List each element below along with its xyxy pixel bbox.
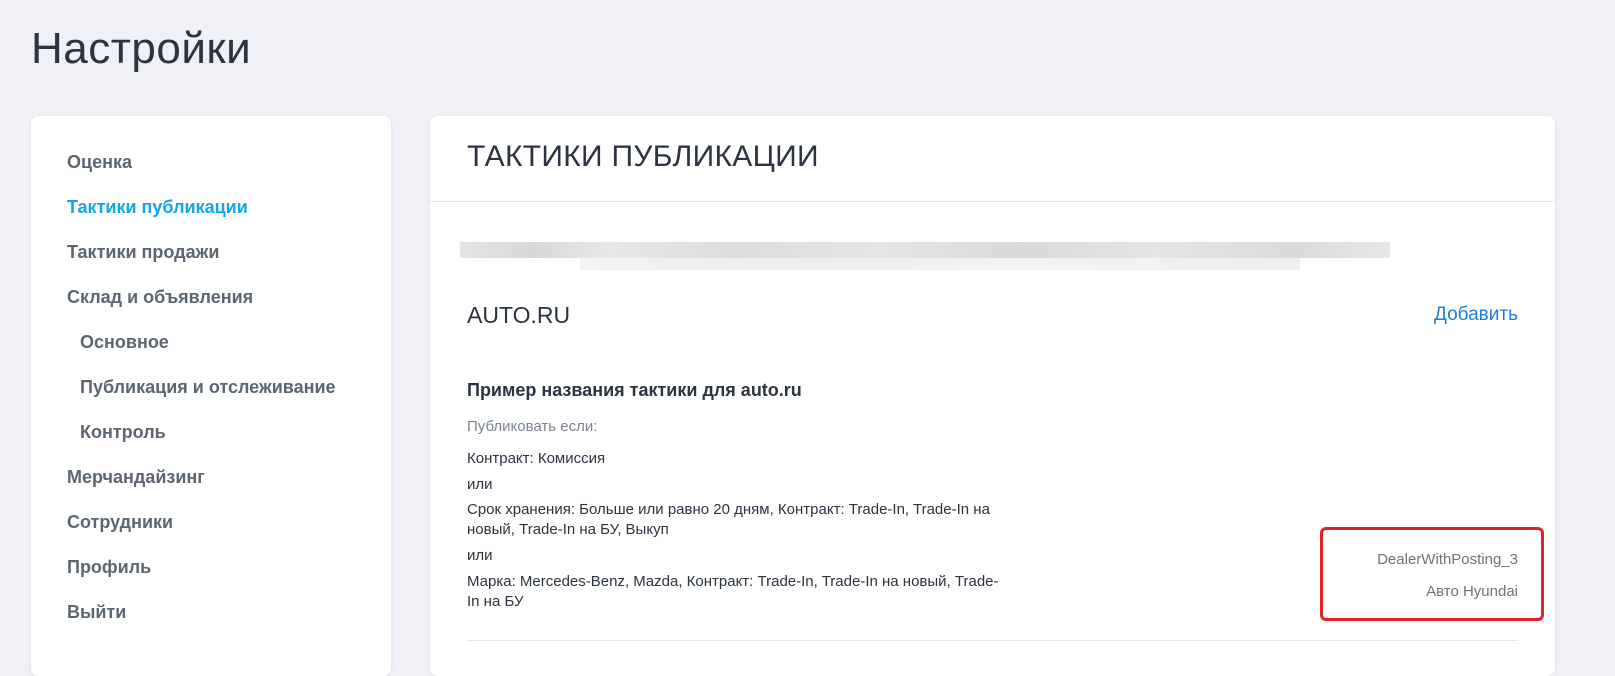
condition-or: или <box>467 476 493 493</box>
highlight-box <box>1320 527 1544 621</box>
condition-line: Марка: Mercedes-Benz, Mazda, Контракт: T… <box>467 573 999 610</box>
condition-line: Контракт: Комиссия <box>467 450 606 467</box>
divider <box>467 640 1518 641</box>
section-name: AUTO.RU <box>467 302 571 328</box>
sidebar-item-publication-tactics[interactable]: Тактики публикации <box>67 197 248 218</box>
sidebar-item-evaluation[interactable]: Оценка <box>67 152 132 173</box>
page-title: Настройки <box>31 24 252 73</box>
main-title: ТАКТИКИ ПУБЛИКАЦИИ <box>467 140 819 173</box>
tactic-name[interactable]: Пример названия тактики для auto.ru <box>467 380 802 401</box>
redacted-text-shadow <box>580 258 1300 270</box>
sidebar-item-publication-tracking[interactable]: Публикация и отслеживание <box>80 377 336 398</box>
sidebar-item-profile[interactable]: Профиль <box>67 557 151 578</box>
sidebar-item-sales-tactics[interactable]: Тактики продажи <box>67 242 219 263</box>
condition-or: или <box>467 547 493 564</box>
dealer-name: DealerWithPosting_3 <box>1377 551 1518 568</box>
sidebar-item-merchandising[interactable]: Мерчандайзинг <box>67 467 205 488</box>
sidebar-item-control[interactable]: Контроль <box>80 422 166 443</box>
main-panel: ТАКТИКИ ПУБЛИКАЦИИ AUTO.RU Добавить Прим… <box>430 116 1555 676</box>
redacted-text <box>460 242 1390 258</box>
sidebar-item-logout[interactable]: Выйти <box>67 602 126 623</box>
sidebar-item-employees[interactable]: Сотрудники <box>67 512 173 533</box>
sidebar-item-stock-and-ads[interactable]: Склад и объявления <box>67 287 253 308</box>
condition-line: Срок хранения: Больше или равно 20 дням,… <box>467 501 990 538</box>
sidebar-item-general[interactable]: Основное <box>80 332 169 353</box>
add-tactic-link[interactable]: Добавить <box>1434 304 1518 326</box>
settings-sidebar: Оценка Тактики публикации Тактики продаж… <box>31 116 391 676</box>
main-header: ТАКТИКИ ПУБЛИКАЦИИ <box>430 116 1555 202</box>
company-name: Авто Hyundai <box>1426 583 1518 600</box>
publish-if-label: Публиковать если: <box>467 418 598 435</box>
